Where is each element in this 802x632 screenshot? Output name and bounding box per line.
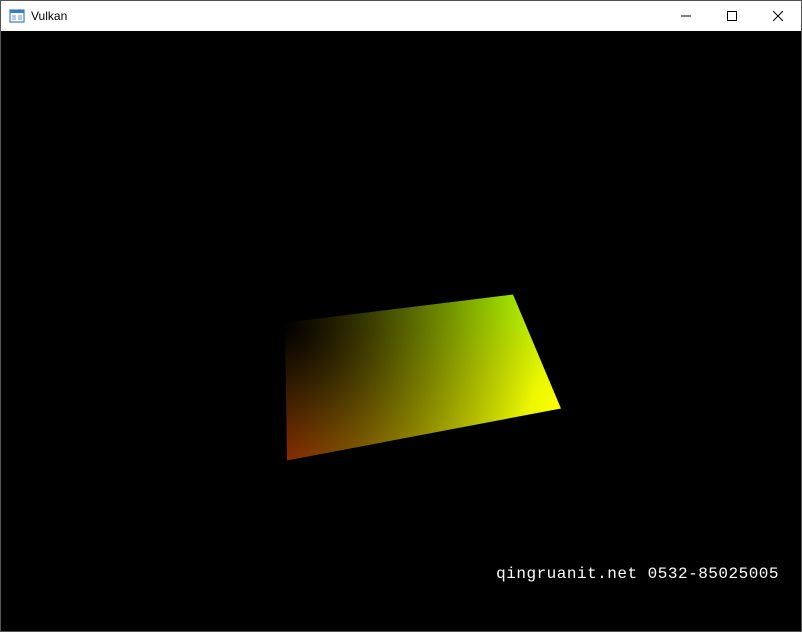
titlebar[interactable]: Vulkan xyxy=(1,1,801,31)
window-controls xyxy=(663,1,801,31)
minimize-button[interactable] xyxy=(663,1,709,31)
client-area: qingruanit.net 0532-85025005 xyxy=(1,31,801,631)
window-title: Vulkan xyxy=(31,9,67,23)
render-surface xyxy=(1,31,801,631)
titlebar-left: Vulkan xyxy=(9,8,67,24)
application-window: Vulkan xyxy=(0,0,802,632)
watermark-text: qingruanit.net 0532-85025005 xyxy=(496,565,779,583)
app-icon xyxy=(9,8,25,24)
close-button[interactable] xyxy=(755,1,801,31)
maximize-button[interactable] xyxy=(709,1,755,31)
rendered-quad xyxy=(1,31,801,631)
